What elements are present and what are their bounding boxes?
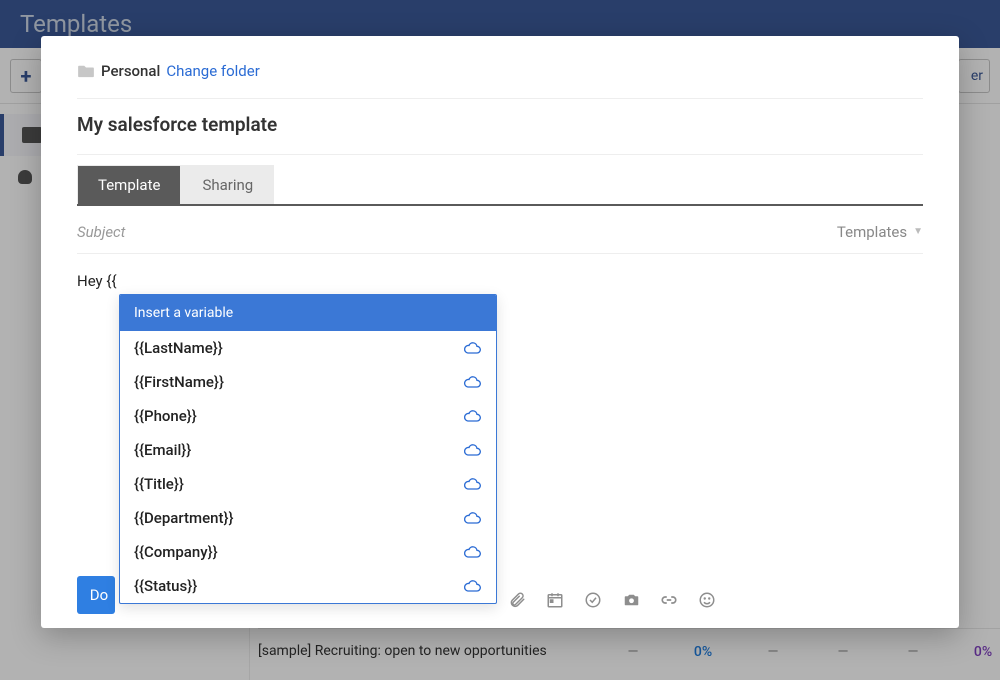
emoji-icon[interactable]	[697, 590, 717, 610]
salesforce-cloud-icon	[462, 375, 482, 389]
variable-label: {{Title}}	[134, 475, 184, 493]
tab-template[interactable]: Template	[77, 165, 181, 204]
subject-row: Subject Templates ▼	[77, 210, 923, 254]
variable-option[interactable]: {{Email}}	[120, 433, 496, 467]
variable-popover-header: Insert a variable	[120, 295, 496, 331]
save-button[interactable]: Do	[77, 576, 115, 614]
variable-option[interactable]: {{LastName}}	[120, 331, 496, 365]
check-circle-icon[interactable]	[583, 590, 603, 610]
calendar-icon[interactable]	[545, 590, 565, 610]
templates-dropdown[interactable]: Templates ▼	[837, 223, 923, 241]
variable-option[interactable]: {{Department}}	[120, 501, 496, 535]
variable-label: {{Status}}	[134, 577, 197, 595]
salesforce-cloud-icon	[462, 579, 482, 593]
attachment-icon[interactable]	[507, 590, 527, 610]
variable-popover: Insert a variable {{LastName}} {{FirstNam…	[119, 294, 497, 604]
breadcrumb: Personal Change folder	[77, 62, 923, 99]
variable-label: {{LastName}}	[134, 339, 223, 357]
salesforce-cloud-icon	[462, 511, 482, 525]
editor-body[interactable]: Hey {{ Insert a variable {{LastName}} {{F…	[77, 254, 923, 608]
subject-input[interactable]: Subject	[77, 223, 837, 241]
camera-icon[interactable]	[621, 590, 641, 610]
variable-label: {{FirstName}}	[134, 373, 224, 391]
change-folder-link[interactable]: Change folder	[166, 62, 259, 80]
editor-text: Hey {{	[77, 272, 923, 290]
variable-label: {{Email}}	[134, 441, 191, 459]
breadcrumb-folder: Personal	[101, 62, 160, 80]
variable-option[interactable]: {{FirstName}}	[120, 365, 496, 399]
template-editor-modal: Personal Change folder My salesforce tem…	[41, 36, 959, 628]
folder-icon	[77, 64, 95, 78]
template-title: My salesforce template	[77, 99, 923, 155]
variable-option[interactable]: {{Phone}}	[120, 399, 496, 433]
salesforce-cloud-icon	[462, 341, 482, 355]
variable-option[interactable]: {{Status}}	[120, 569, 496, 603]
variable-label: {{Phone}}	[134, 407, 197, 425]
link-icon[interactable]	[659, 590, 679, 610]
salesforce-cloud-icon	[462, 477, 482, 491]
tab-sharing[interactable]: Sharing	[181, 165, 274, 204]
salesforce-cloud-icon	[462, 409, 482, 423]
variable-label: {{Department}}	[134, 509, 233, 527]
salesforce-cloud-icon	[462, 545, 482, 559]
tab-row: Template Sharing	[77, 165, 923, 206]
variable-option[interactable]: {{Title}}	[120, 467, 496, 501]
editor-toolbar	[507, 590, 717, 610]
salesforce-cloud-icon	[462, 443, 482, 457]
caret-down-icon: ▼	[913, 226, 923, 237]
variable-label: {{Company}}	[134, 543, 218, 561]
variable-option[interactable]: {{Company}}	[120, 535, 496, 569]
